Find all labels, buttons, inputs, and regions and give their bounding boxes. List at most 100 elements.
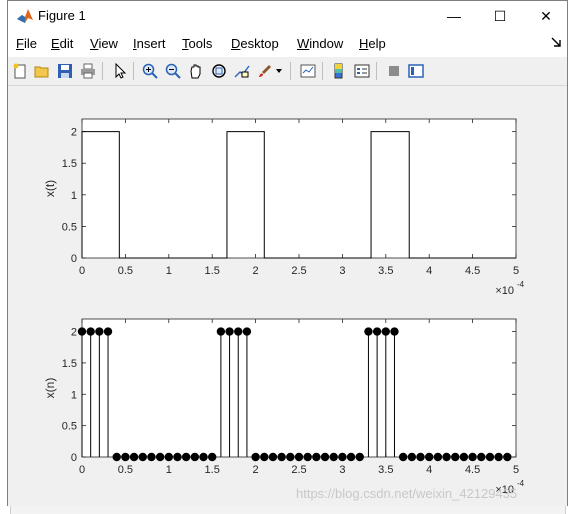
stem-marker	[459, 452, 469, 462]
close-button[interactable]: ✕	[523, 1, 569, 31]
link-plot-icon[interactable]	[298, 61, 318, 81]
hide-plot-tools-icon[interactable]	[384, 61, 404, 81]
open-file-icon[interactable]	[32, 61, 52, 81]
menu-window[interactable]: Window	[297, 36, 343, 51]
stem-marker	[407, 452, 417, 462]
print-icon[interactable]	[78, 61, 98, 81]
zoom-in-icon[interactable]	[140, 61, 160, 81]
figure-plot-svg: 0 0.5 1 1.5 2 2.5 3 3.5 4 4.5 500.511.52x(t)×10-40…	[43, 118, 525, 496]
x-tick-label: 0	[79, 464, 85, 476]
stem-marker	[242, 327, 252, 336]
x-tick-label: 5	[513, 265, 519, 277]
save-icon[interactable]	[55, 61, 75, 81]
x-tick-label: 0	[79, 265, 85, 277]
stem-marker	[477, 452, 486, 462]
minimize-icon: —	[447, 8, 461, 24]
stem-marker	[251, 452, 260, 462]
stem-marker	[129, 452, 139, 462]
new-figure-icon[interactable]	[10, 61, 30, 81]
stem-marker	[303, 452, 312, 462]
figure-toolbar	[8, 57, 567, 86]
axes-box	[81, 118, 517, 259]
stem-marker	[86, 327, 95, 336]
rotate-3d-icon[interactable]	[209, 61, 229, 81]
x-tick-label: 1.5	[205, 464, 220, 476]
stem-marker	[286, 452, 295, 462]
x-tick-label: 3	[339, 464, 345, 476]
legend-icon[interactable]	[352, 61, 372, 81]
stem-marker	[199, 452, 208, 462]
pan-icon[interactable]	[186, 61, 206, 81]
menu-edit[interactable]: Edit	[51, 36, 73, 51]
stem-marker	[95, 327, 104, 336]
window-title: Figure 1	[38, 8, 86, 23]
stem-marker	[355, 452, 364, 462]
stem-marker	[190, 452, 200, 462]
x-tick-label: 3.5	[378, 464, 393, 476]
y-tick-label: 2	[71, 127, 77, 139]
stem-marker	[277, 452, 286, 462]
toolbar-separator	[376, 62, 377, 80]
stem-marker	[468, 452, 477, 462]
stem-marker	[425, 452, 434, 462]
y-axis-label: x(n)	[43, 378, 57, 399]
x-tick-label: 2.5	[291, 265, 306, 277]
y-tick-label: 0.5	[62, 421, 77, 433]
y-tick-label: 1.5	[62, 358, 77, 370]
stem-marker	[320, 452, 330, 462]
y-tick-label: 0	[71, 253, 77, 265]
stem-marker	[103, 327, 113, 336]
stem-marker	[164, 452, 173, 462]
colorbar-icon[interactable]	[329, 61, 349, 81]
menu-insert[interactable]: Insert	[133, 36, 166, 51]
stem-marker	[364, 327, 373, 336]
stem-marker	[268, 452, 278, 462]
menu-view[interactable]: View	[90, 36, 118, 51]
menu-tools[interactable]: Tools	[182, 36, 212, 51]
y-tick-label: 0.5	[62, 221, 77, 233]
pointer-icon[interactable]	[110, 61, 130, 81]
show-plot-tools-icon[interactable]	[406, 61, 426, 81]
stem-marker	[451, 452, 460, 462]
maximize-button[interactable]: ☐	[477, 1, 523, 31]
menu-help[interactable]: Help	[359, 36, 386, 51]
stem-marker	[234, 327, 243, 336]
x-tick-label: 3	[339, 265, 345, 277]
stem-marker	[138, 452, 147, 462]
stem-marker	[216, 327, 226, 336]
stem-marker	[208, 452, 217, 462]
menu-bar: File Edit View Insert Tools Desktop Wind…	[8, 31, 567, 58]
y-tick-label: 1	[71, 389, 77, 401]
title-bar[interactable]: Figure 1 — ☐ ✕	[8, 1, 567, 31]
figure-window: Figure 1 — ☐ ✕ File Edit View Insert Too…	[7, 0, 568, 506]
stem-marker	[260, 452, 269, 462]
stem-marker	[433, 452, 443, 462]
minimize-button[interactable]: —	[431, 1, 477, 31]
matlab-logo-icon	[17, 9, 33, 23]
x-tick-label: 4.5	[465, 265, 480, 277]
brush-dropdown-icon[interactable]	[274, 61, 284, 81]
x-tick-label: 5	[513, 464, 519, 476]
x-tick-label: 0.5	[118, 464, 133, 476]
stem-marker	[173, 452, 182, 462]
x-tick-label: 1.5	[205, 265, 220, 277]
y-tick-label: 2	[71, 327, 77, 339]
x-multiplier-label: ×10	[495, 285, 514, 297]
stem-marker	[181, 452, 191, 462]
x-tick-label: 3.5	[378, 265, 393, 277]
toolbar-separator	[290, 62, 291, 80]
y-axis-label: x(t)	[43, 180, 57, 197]
stem-marker	[494, 452, 503, 462]
dock-figure-icon[interactable]	[551, 37, 561, 47]
stem-marker	[416, 452, 425, 462]
zoom-out-icon[interactable]	[163, 61, 183, 81]
stem-marker	[338, 452, 347, 462]
menu-desktop[interactable]: Desktop	[231, 36, 279, 51]
brush-icon[interactable]	[255, 61, 275, 81]
y-tick-label: 0	[71, 452, 77, 464]
x-tick-label: 2	[253, 265, 259, 277]
stem-marker	[312, 452, 321, 462]
stem-marker	[77, 327, 87, 336]
data-cursor-icon[interactable]	[232, 61, 252, 81]
menu-file[interactable]: File	[16, 36, 37, 51]
